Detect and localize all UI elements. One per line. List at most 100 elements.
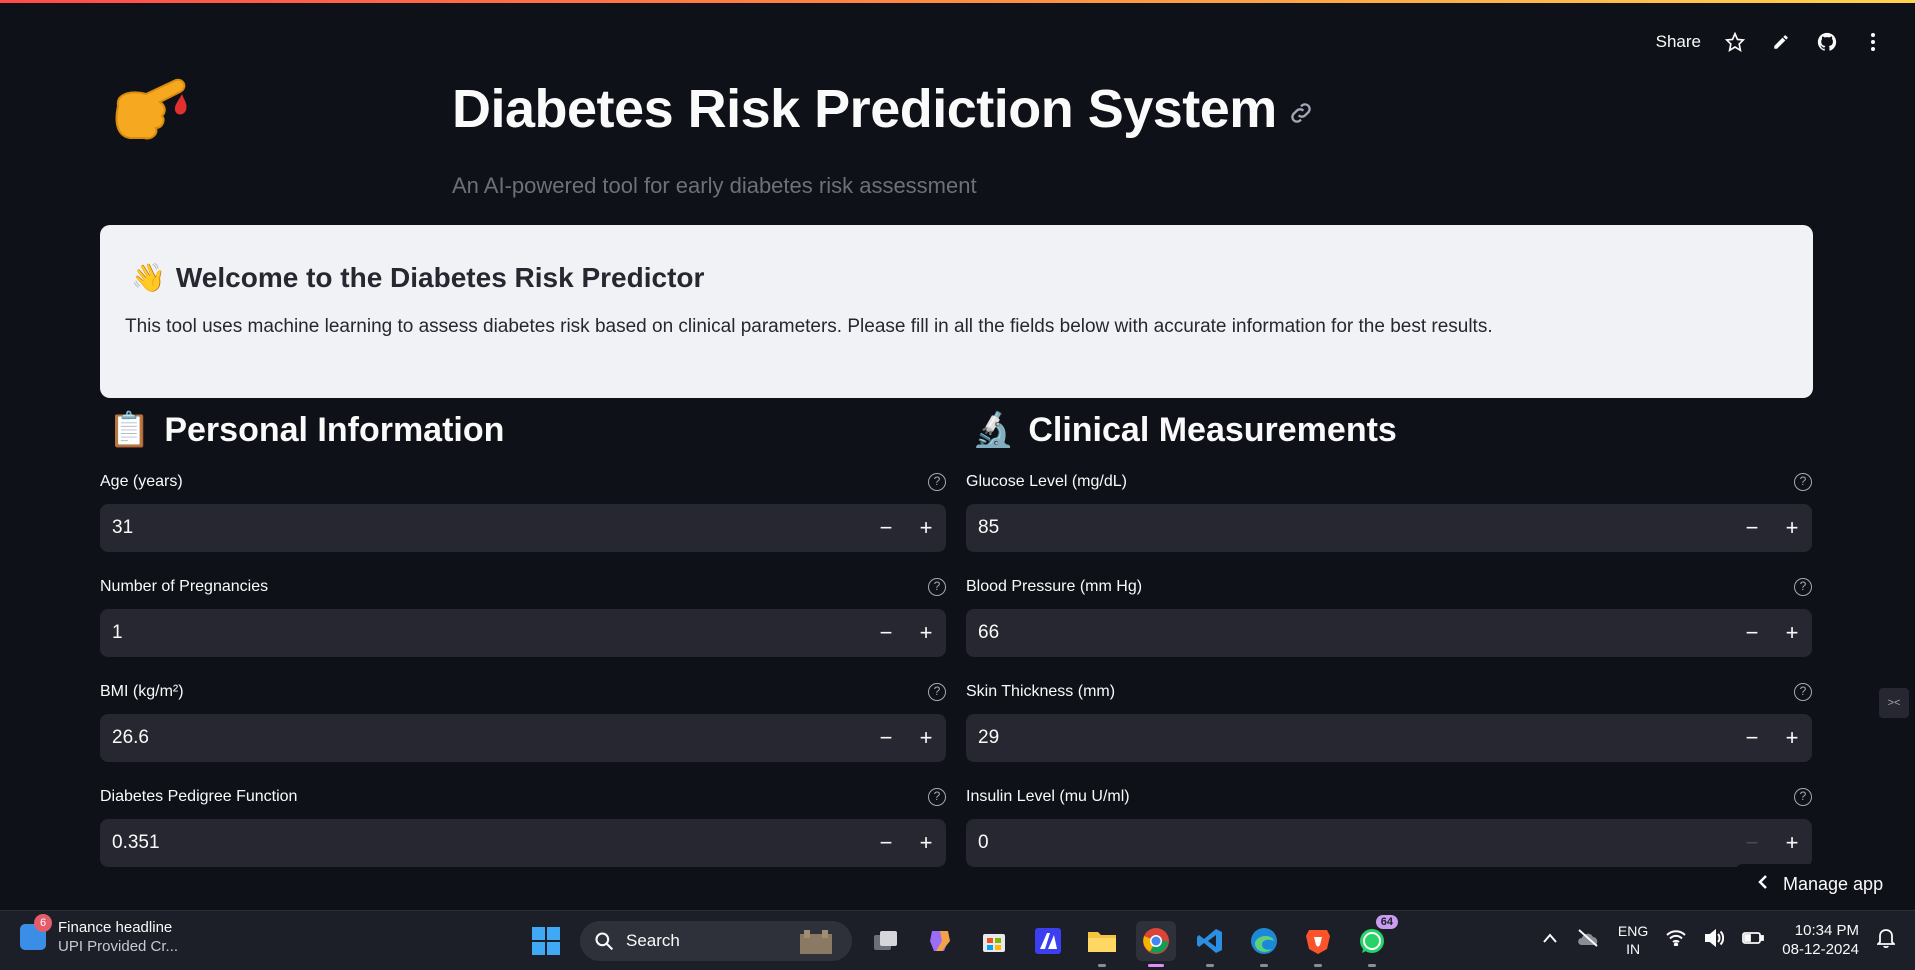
onedrive-offline-icon[interactable] xyxy=(1576,928,1600,952)
brave-icon[interactable] xyxy=(1298,921,1338,967)
increment-button[interactable]: + xyxy=(906,609,946,657)
number-value[interactable]: 66 xyxy=(978,622,1732,644)
field-pedigree: Diabetes Pedigree Function ? 0.351 − + xyxy=(100,785,946,890)
pregnancies-input[interactable]: 1 − + xyxy=(100,609,946,657)
active-indicator xyxy=(1148,964,1164,967)
increment-button[interactable]: + xyxy=(906,504,946,552)
news-widget[interactable]: 6 Finance headline UPI Provided Cr... xyxy=(20,914,178,955)
taskbar: 6 Finance headline UPI Provided Cr... Se… xyxy=(0,910,1915,970)
vscode-icon[interactable] xyxy=(1190,921,1230,967)
help-icon[interactable]: ? xyxy=(1794,683,1812,701)
link-anchor-icon[interactable] xyxy=(1287,99,1315,127)
field-label: Skin Thickness (mm) xyxy=(966,683,1116,700)
number-value[interactable]: 0.351 xyxy=(112,832,866,854)
manage-app-button[interactable]: Manage app xyxy=(1735,864,1915,904)
help-icon[interactable]: ? xyxy=(928,473,946,491)
number-value[interactable]: 26.6 xyxy=(112,727,866,749)
chevron-up-icon[interactable] xyxy=(1542,931,1558,949)
clinical-section-header: 🔬 Clinical Measurements xyxy=(972,410,1397,450)
copilot-icon[interactable] xyxy=(920,921,960,961)
number-value[interactable]: 0 xyxy=(978,832,1732,854)
wifi-icon[interactable] xyxy=(1666,929,1686,951)
top-accent-bar xyxy=(0,0,1915,3)
battery-icon[interactable] xyxy=(1742,931,1765,950)
region-code: IN xyxy=(1626,941,1641,957)
decrement-button[interactable]: − xyxy=(866,504,906,552)
github-icon[interactable] xyxy=(1815,30,1839,54)
field-skin-thickness: Skin Thickness (mm) ? 29 − + xyxy=(966,680,1812,785)
volume-icon[interactable] xyxy=(1704,928,1725,952)
collapse-icon[interactable]: >< xyxy=(1879,688,1909,718)
personal-section-header: 📋 Personal Information xyxy=(108,410,504,450)
personal-fields: Age (years) ? 31 − + Number of Pregnanci… xyxy=(100,470,946,890)
decrement-button[interactable]: − xyxy=(866,609,906,657)
chevron-left-icon xyxy=(1757,874,1769,895)
task-view-icon[interactable] xyxy=(866,921,906,961)
notification-bell-icon[interactable] xyxy=(1875,928,1897,953)
news-badge: 6 xyxy=(34,914,52,932)
glucose-input[interactable]: 85 − + xyxy=(966,504,1812,552)
decrement-button[interactable]: − xyxy=(1732,714,1772,762)
decrement-button[interactable]: − xyxy=(1732,819,1772,867)
edge-icon[interactable] xyxy=(1244,921,1284,967)
whatsapp-badge: 64 xyxy=(1375,915,1398,929)
help-icon[interactable]: ? xyxy=(928,683,946,701)
clock-date: 08-12-2024 xyxy=(1782,941,1859,958)
increment-button[interactable]: + xyxy=(1772,714,1812,762)
bmi-input[interactable]: 26.6 − + xyxy=(100,714,946,762)
waving-hand-icon: 👋 xyxy=(131,262,166,293)
help-icon[interactable]: ? xyxy=(1794,788,1812,806)
chrome-icon[interactable] xyxy=(1136,921,1176,967)
kebab-menu-icon[interactable] xyxy=(1861,30,1885,54)
news-icon: 6 xyxy=(20,914,52,950)
decrement-button[interactable]: − xyxy=(866,714,906,762)
field-label: BMI (kg/m²) xyxy=(100,683,184,700)
azure-icon[interactable] xyxy=(1028,921,1068,961)
help-icon[interactable]: ? xyxy=(928,578,946,596)
blood-pressure-input[interactable]: 66 − + xyxy=(966,609,1812,657)
star-icon[interactable] xyxy=(1723,30,1747,54)
running-indicator xyxy=(1368,964,1376,967)
increment-button[interactable]: + xyxy=(1772,609,1812,657)
field-label: Number of Pregnancies xyxy=(100,578,269,595)
share-button[interactable]: Share xyxy=(1656,32,1701,52)
increment-button[interactable]: + xyxy=(906,819,946,867)
decrement-button[interactable]: − xyxy=(866,819,906,867)
field-glucose: Glucose Level (mg/dL) ? 85 − + xyxy=(966,470,1812,575)
field-bmi: BMI (kg/m²) ? 26.6 − + xyxy=(100,680,946,785)
microscope-icon: 🔬 xyxy=(972,411,1015,449)
help-icon[interactable]: ? xyxy=(928,788,946,806)
windows-start-icon[interactable] xyxy=(526,921,566,961)
pencil-icon[interactable] xyxy=(1769,30,1793,54)
cathedral-image-icon xyxy=(800,930,832,954)
number-value[interactable]: 85 xyxy=(978,517,1732,539)
running-indicator xyxy=(1206,964,1214,967)
age-input[interactable]: 31 − + xyxy=(100,504,946,552)
number-value[interactable]: 1 xyxy=(112,622,866,644)
file-explorer-icon[interactable] xyxy=(1082,921,1122,967)
decrement-button[interactable]: − xyxy=(1732,504,1772,552)
microsoft-store-icon[interactable] xyxy=(974,921,1014,961)
pedigree-input[interactable]: 0.351 − + xyxy=(100,819,946,867)
clock[interactable]: 10:34 PM 08-12-2024 xyxy=(1782,921,1859,959)
decrement-button[interactable]: − xyxy=(1732,609,1772,657)
taskbar-search[interactable]: Search xyxy=(580,921,852,961)
help-icon[interactable]: ? xyxy=(1794,578,1812,596)
increment-button[interactable]: + xyxy=(906,714,946,762)
system-tray: ENG IN 10:34 PM 08-12-2024 xyxy=(1542,921,1897,959)
field-age: Age (years) ? 31 − + xyxy=(100,470,946,575)
increment-button[interactable]: + xyxy=(1772,819,1812,867)
skin-thickness-input[interactable]: 29 − + xyxy=(966,714,1812,762)
increment-button[interactable]: + xyxy=(1772,504,1812,552)
field-label: Diabetes Pedigree Function xyxy=(100,788,298,805)
help-icon[interactable]: ? xyxy=(1794,473,1812,491)
number-value[interactable]: 29 xyxy=(978,727,1732,749)
number-value[interactable]: 31 xyxy=(112,517,866,539)
whatsapp-icon[interactable]: 64 xyxy=(1352,915,1398,967)
running-indicator xyxy=(1314,964,1322,967)
search-icon xyxy=(595,932,614,951)
pointing-finger-blood-drop-logo xyxy=(108,72,192,146)
language-indicator[interactable]: ENG IN xyxy=(1618,922,1648,958)
insulin-input[interactable]: 0 − + xyxy=(966,819,1812,867)
page-subtitle: An AI-powered tool for early diabetes ri… xyxy=(452,173,977,198)
